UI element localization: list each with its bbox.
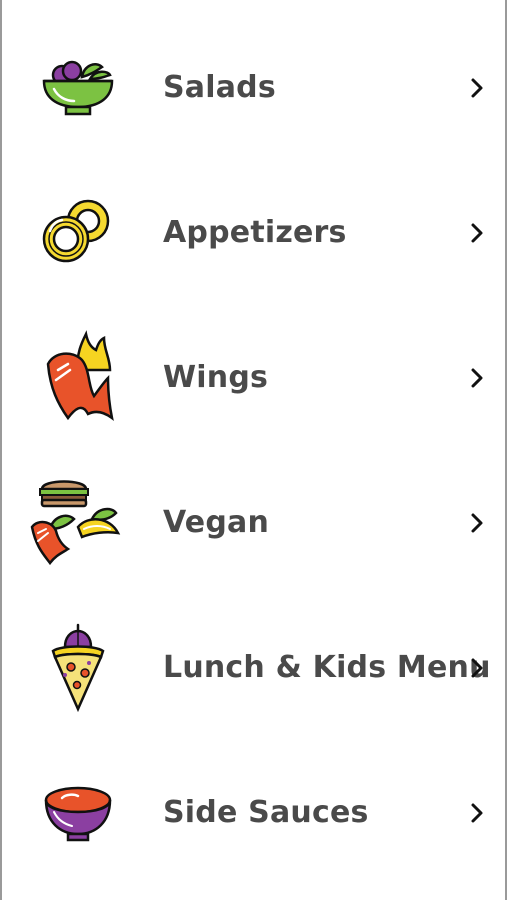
vegan-food-icon — [28, 473, 128, 573]
menu-item-label: Lunch & Kids Menu — [163, 650, 491, 685]
spicy-wing-icon — [28, 328, 128, 428]
menu-item-lunch-kids[interactable]: Lunch & Kids Menu — [0, 595, 507, 740]
menu-item-vegan[interactable]: Vegan — [0, 450, 507, 595]
category-menu: Salads Appetizers Wings Vegan Lunch & Ki… — [0, 15, 507, 885]
pizza-slice-icon — [28, 618, 128, 718]
chevron-right-icon — [466, 655, 488, 681]
chevron-right-icon — [466, 220, 488, 246]
menu-item-label: Side Sauces — [163, 795, 369, 830]
menu-item-label: Appetizers — [163, 215, 347, 250]
menu-item-salads[interactable]: Salads — [0, 15, 507, 160]
menu-item-appetizers[interactable]: Appetizers — [0, 160, 507, 305]
chevron-right-icon — [466, 75, 488, 101]
onion-rings-icon — [28, 183, 128, 283]
chevron-right-icon — [466, 365, 488, 391]
chevron-right-icon — [466, 510, 488, 536]
menu-item-label: Wings — [163, 360, 269, 395]
menu-item-side-sauces[interactable]: Side Sauces — [0, 740, 507, 885]
menu-item-label: Vegan — [163, 505, 269, 540]
sauce-bowl-icon — [28, 763, 128, 863]
menu-item-wings[interactable]: Wings — [0, 305, 507, 450]
chevron-right-icon — [466, 800, 488, 826]
salad-bowl-icon — [28, 38, 128, 138]
menu-item-label: Salads — [163, 70, 276, 105]
